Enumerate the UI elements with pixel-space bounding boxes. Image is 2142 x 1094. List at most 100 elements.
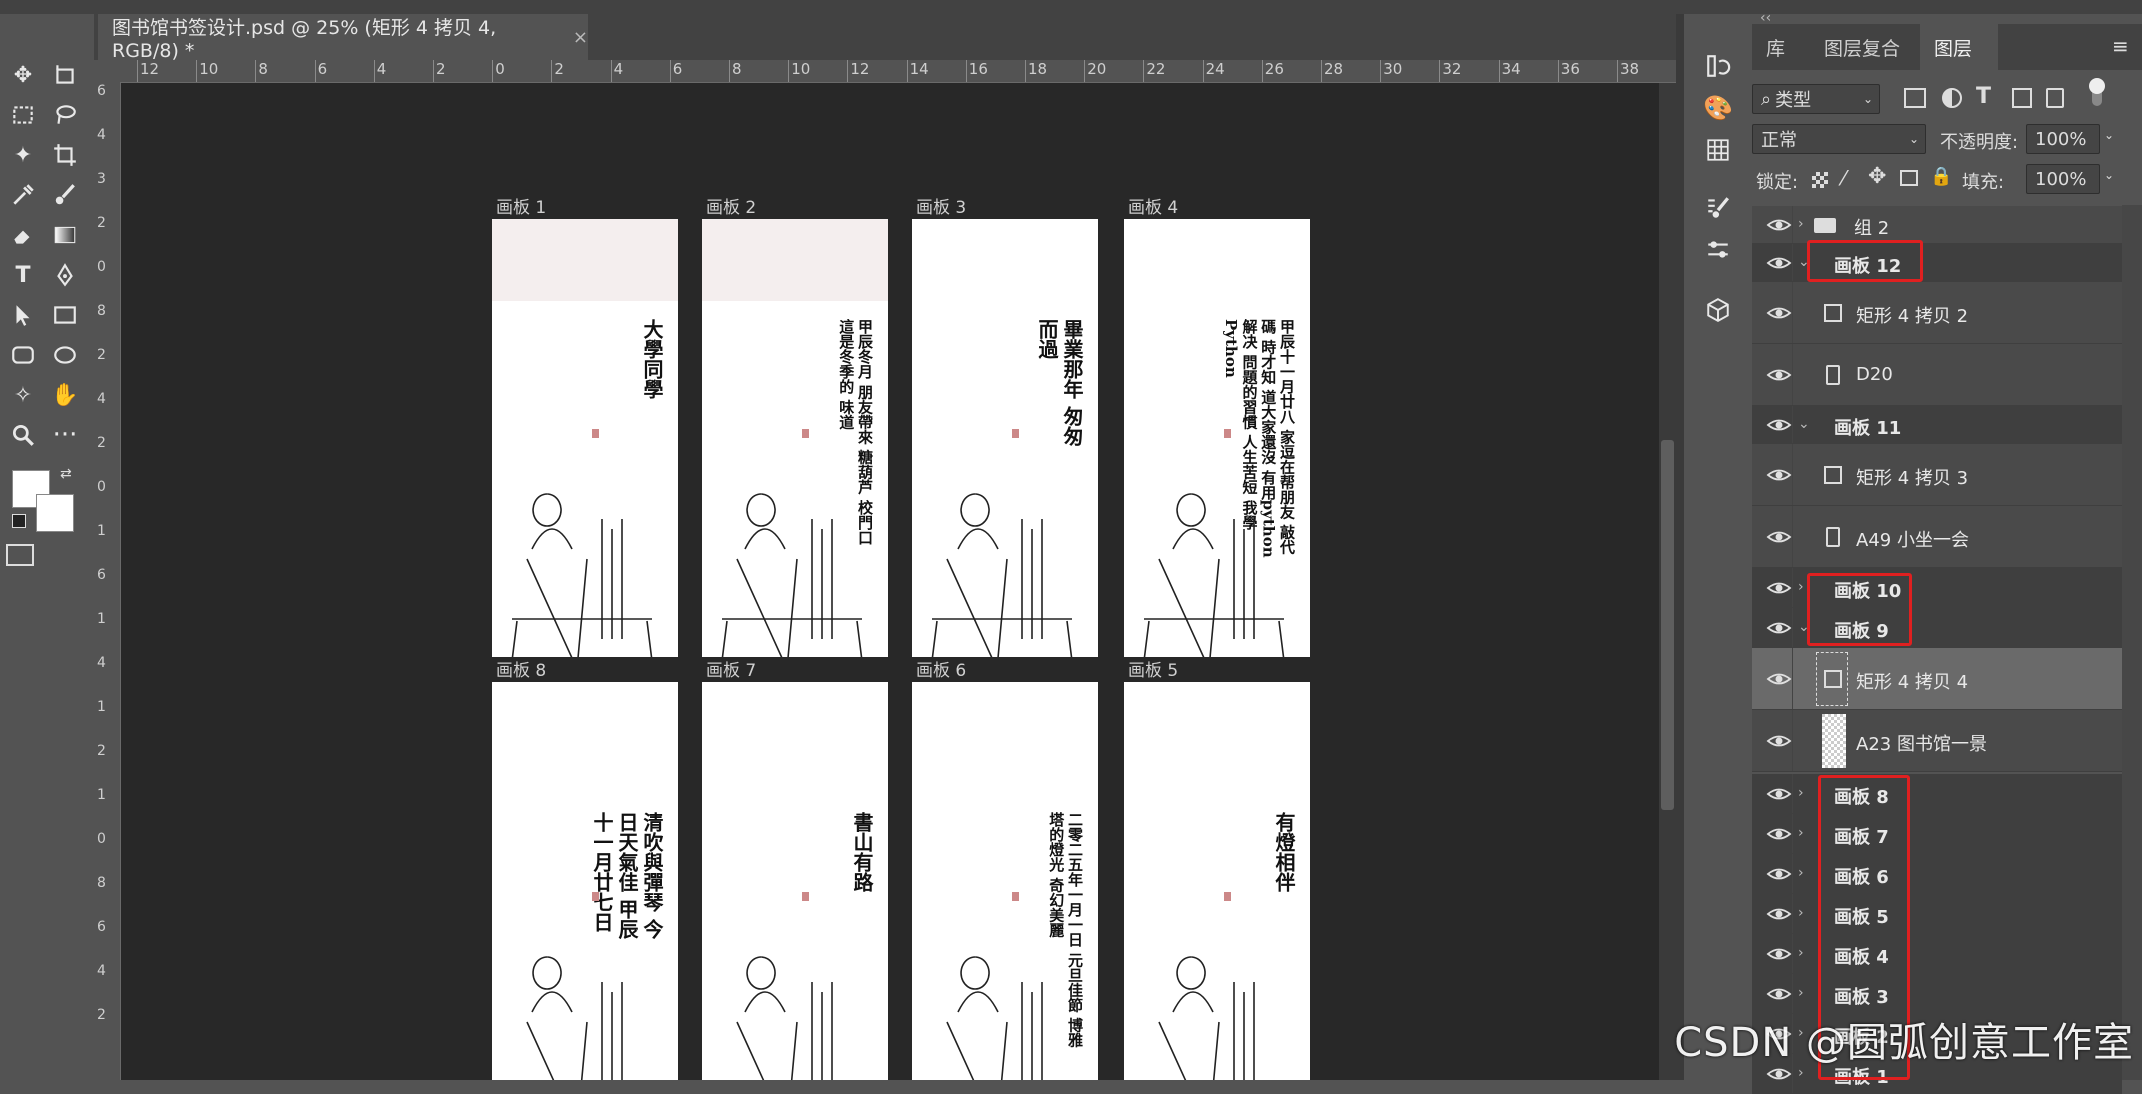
document-canvas[interactable]: 画板 1 大學同學 画板 2 甲辰冬月 朋友帶來 糖葫芦 校門口 這是冬季的 味道 画板…: [121, 83, 1659, 1080]
artboard[interactable]: 大學同學: [492, 219, 678, 657]
rounded-rect-tool-icon[interactable]: [4, 338, 42, 372]
crop-tool-icon[interactable]: [46, 138, 84, 172]
chevron-right-icon[interactable]: ›: [1798, 785, 1804, 801]
swap-colors-icon[interactable]: ⇄: [60, 466, 72, 482]
lock-transparent-icon[interactable]: [1812, 172, 1828, 188]
artboard-label[interactable]: 画板 2: [706, 193, 756, 218]
chevron-right-icon[interactable]: ›: [1798, 579, 1804, 595]
filter-smart-object-icon[interactable]: [2046, 88, 2064, 108]
default-colors-icon[interactable]: [12, 514, 26, 528]
layer-row[interactable]: 矩形 4 拷贝 2: [1752, 282, 2122, 344]
tab-layers[interactable]: 图层: [1920, 24, 1998, 70]
zoom-tool-icon[interactable]: [4, 418, 42, 452]
chevron-right-icon[interactable]: ›: [1798, 945, 1804, 961]
path-select-tool-icon[interactable]: [4, 298, 42, 332]
eye-icon[interactable]: [1766, 785, 1792, 803]
eraser-tool-icon[interactable]: [4, 218, 42, 252]
screen-mode-icon[interactable]: [6, 544, 34, 566]
vertical-ruler[interactable]: 6432082420161412108642: [94, 82, 121, 1080]
layers-scrollbar[interactable]: [2122, 205, 2142, 1080]
eye-icon[interactable]: [1766, 732, 1792, 750]
ellipse-tool-icon[interactable]: [46, 338, 84, 372]
eye-icon[interactable]: [1766, 366, 1792, 384]
layer-row[interactable]: 矩形 4 拷贝 4: [1752, 648, 2122, 710]
layer-name[interactable]: 画板 11: [1834, 414, 1901, 440]
eyedropper-tool-icon[interactable]: [4, 178, 42, 212]
artboard-label[interactable]: 画板 6: [916, 656, 966, 681]
layer-row[interactable]: › 画板 8: [1752, 774, 2122, 814]
brush-tool-icon[interactable]: [46, 178, 84, 212]
layer-row[interactable]: › 画板 5: [1752, 894, 2122, 934]
tab-layer-comps[interactable]: 图层复合: [1810, 24, 1920, 70]
custom-shape-tool-icon[interactable]: ✧: [4, 378, 42, 412]
chevron-down-icon[interactable]: ⌄: [2104, 168, 2114, 182]
more-tools-icon[interactable]: ···: [46, 418, 84, 452]
layer-row[interactable]: 矩形 4 拷贝 3: [1752, 444, 2122, 506]
artboard[interactable]: 畢業那年 匆匆而過: [912, 219, 1098, 657]
artboard[interactable]: 二零二五年一月一日 元旦佳節 博雅塔的燈光 奇幻美麗: [912, 682, 1098, 1080]
canvas-scrollbar-thumb[interactable]: [1661, 440, 1674, 810]
layer-row[interactable]: D20: [1752, 344, 2122, 406]
marquee-tool-icon[interactable]: [4, 98, 42, 132]
opacity-input[interactable]: 100%: [2026, 124, 2100, 154]
eye-icon[interactable]: [1766, 670, 1792, 688]
filter-pixel-icon[interactable]: [1904, 88, 1926, 108]
move-tool-icon[interactable]: ✥: [4, 58, 42, 92]
eye-icon[interactable]: [1766, 416, 1792, 434]
layer-name[interactable]: A49 小坐一会: [1856, 526, 1969, 552]
eye-icon[interactable]: [1766, 945, 1792, 963]
adjustments-icon[interactable]: [1702, 234, 1734, 266]
layer-row[interactable]: › 画板 6: [1752, 854, 2122, 894]
horizontal-ruler[interactable]: 12 10 8 6 4 2 0 2 4 6 8 10 12 14 16 18 20 22 24 26 28 30 32 34 3…: [94, 60, 1676, 83]
layer-name[interactable]: 组 2: [1854, 214, 1889, 240]
artboard[interactable]: 甲辰十一月廿八 家逗在帮朋友 敲代碼 時才知 道大家還沒 有用python解决 …: [1124, 219, 1310, 657]
eye-icon[interactable]: [1766, 254, 1792, 272]
eye-icon[interactable]: [1766, 905, 1792, 923]
chevron-right-icon[interactable]: ›: [1798, 865, 1804, 881]
artboard[interactable]: 甲辰冬月 朋友帶來 糖葫芦 校門口 這是冬季的 味道: [702, 219, 888, 657]
layer-row[interactable]: A49 小坐一会: [1752, 506, 2122, 568]
background-color-swatch[interactable]: [36, 494, 74, 532]
filter-type-icon[interactable]: T: [1976, 84, 1991, 109]
gradient-tool-icon[interactable]: [46, 218, 84, 252]
chevron-right-icon[interactable]: ›: [1798, 905, 1804, 921]
layer-row[interactable]: › 组 2: [1752, 206, 2122, 244]
pen-tool-icon[interactable]: [46, 258, 84, 292]
layer-row[interactable]: A23 图书馆一景: [1752, 710, 2122, 772]
document-tab[interactable]: 图书馆书签设计.psd @ 25% (矩形 4 拷贝 4, RGB/8) * ×: [98, 14, 588, 62]
filter-toggle-knob[interactable]: [2089, 78, 2105, 94]
history-icon[interactable]: [1702, 50, 1734, 82]
layer-row[interactable]: ⌄ 画板 11: [1752, 406, 2122, 444]
eye-icon[interactable]: [1766, 528, 1792, 546]
chevron-right-icon[interactable]: ›: [1798, 985, 1804, 1001]
3d-cube-icon[interactable]: [1702, 294, 1734, 326]
artboard-tool-icon[interactable]: [46, 58, 84, 92]
panel-menu-icon[interactable]: ≡: [2112, 34, 2129, 58]
eye-icon[interactable]: [1766, 865, 1792, 883]
magic-wand-tool-icon[interactable]: ✦: [4, 138, 42, 172]
lock-pixels-brush-icon[interactable]: ⁄: [1842, 166, 1845, 190]
eye-icon[interactable]: [1766, 466, 1792, 484]
fill-input[interactable]: 100%: [2026, 164, 2100, 194]
eye-icon[interactable]: [1766, 216, 1792, 234]
brush-settings-icon[interactable]: [1702, 192, 1734, 224]
filter-shape-icon[interactable]: [2012, 88, 2032, 108]
close-icon[interactable]: ×: [573, 27, 588, 48]
artboard-label[interactable]: 画板 4: [1128, 193, 1178, 218]
chevron-down-icon[interactable]: ⌄: [1798, 416, 1810, 432]
blend-mode-select[interactable]: 正常 ⌄: [1752, 124, 1926, 154]
layer-name[interactable]: 矩形 4 拷贝 2: [1856, 302, 1968, 328]
filter-adjustment-icon[interactable]: [1942, 88, 1962, 108]
layer-name[interactable]: D20: [1856, 364, 1893, 385]
color-palette-icon[interactable]: 🎨: [1702, 92, 1734, 124]
layer-row[interactable]: › 画板 4: [1752, 934, 2122, 974]
eye-icon[interactable]: [1766, 304, 1792, 322]
chevron-right-icon[interactable]: ›: [1798, 825, 1804, 841]
artboard-label[interactable]: 画板 1: [496, 193, 546, 218]
lock-artboard-icon[interactable]: [1900, 170, 1918, 186]
lasso-tool-icon[interactable]: [46, 98, 84, 132]
artboard-label[interactable]: 画板 3: [916, 193, 966, 218]
layer-row[interactable]: › 画板 7: [1752, 814, 2122, 854]
eye-icon[interactable]: [1766, 619, 1792, 637]
type-tool-icon[interactable]: T: [4, 258, 42, 292]
